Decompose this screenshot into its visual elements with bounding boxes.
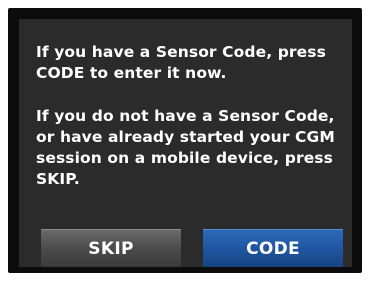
skip-button[interactable]: SKIP — [41, 229, 181, 267]
dialog-message: If you have a Sensor Code, press CODE to… — [36, 42, 346, 190]
device-frame: If you have a Sensor Code, press CODE to… — [8, 8, 362, 273]
sensor-code-dialog: If you have a Sensor Code, press CODE to… — [19, 19, 352, 267]
dialog-paragraph-code: If you have a Sensor Code, press CODE to… — [36, 43, 326, 82]
dialog-paragraph-skip: If you do not have a Sensor Code, or hav… — [36, 107, 335, 188]
code-button[interactable]: CODE — [203, 229, 343, 267]
